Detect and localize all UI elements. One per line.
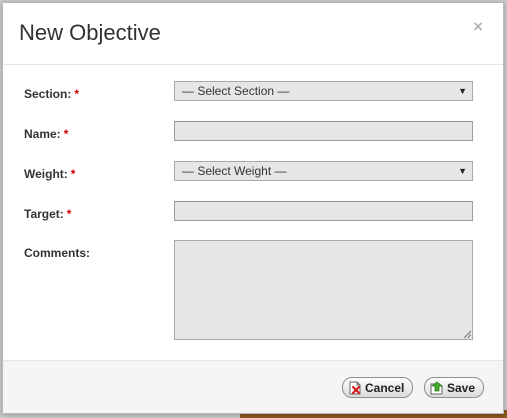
save-button[interactable]: Save	[424, 377, 485, 398]
save-button-label: Save	[447, 380, 476, 395]
dialog-header: New Objective ×	[3, 3, 503, 65]
close-icon[interactable]: ×	[473, 17, 483, 37]
section-select-value: — Select Section —	[182, 84, 290, 98]
comments-textarea[interactable]	[174, 240, 473, 340]
target-label-text: Target:	[24, 207, 64, 221]
required-mark: *	[63, 127, 69, 141]
target-input[interactable]	[174, 201, 473, 221]
required-mark: *	[74, 87, 80, 101]
cancel-button[interactable]: Cancel	[342, 377, 414, 398]
required-mark: *	[66, 207, 72, 221]
weight-select-value: — Select Weight —	[182, 164, 287, 178]
cancel-document-icon	[349, 381, 361, 394]
dropdown-arrow-icon: ▼	[458, 166, 467, 176]
target-label: Target: *	[24, 207, 71, 221]
section-select[interactable]: — Select Section — ▼	[174, 81, 473, 101]
name-label-text: Name:	[24, 127, 61, 141]
name-input[interactable]	[174, 121, 473, 141]
section-label-text: Section:	[24, 87, 72, 101]
resize-grip-icon[interactable]	[463, 330, 471, 338]
required-mark: *	[70, 167, 76, 181]
cancel-button-label: Cancel	[365, 380, 405, 395]
name-label: Name: *	[24, 127, 68, 141]
section-label: Section: *	[24, 87, 79, 101]
weight-label-text: Weight:	[24, 167, 68, 181]
dropdown-arrow-icon: ▼	[458, 86, 467, 96]
weight-label: Weight: *	[24, 167, 75, 181]
comments-label: Comments:	[24, 246, 91, 260]
save-document-icon	[430, 380, 444, 394]
weight-select[interactable]: — Select Weight — ▼	[174, 161, 473, 181]
dialog-title: New Objective	[19, 20, 161, 45]
new-objective-dialog: New Objective × Section: * — Select Secti…	[2, 2, 504, 414]
dialog-footer: Cancel Save	[3, 360, 503, 413]
